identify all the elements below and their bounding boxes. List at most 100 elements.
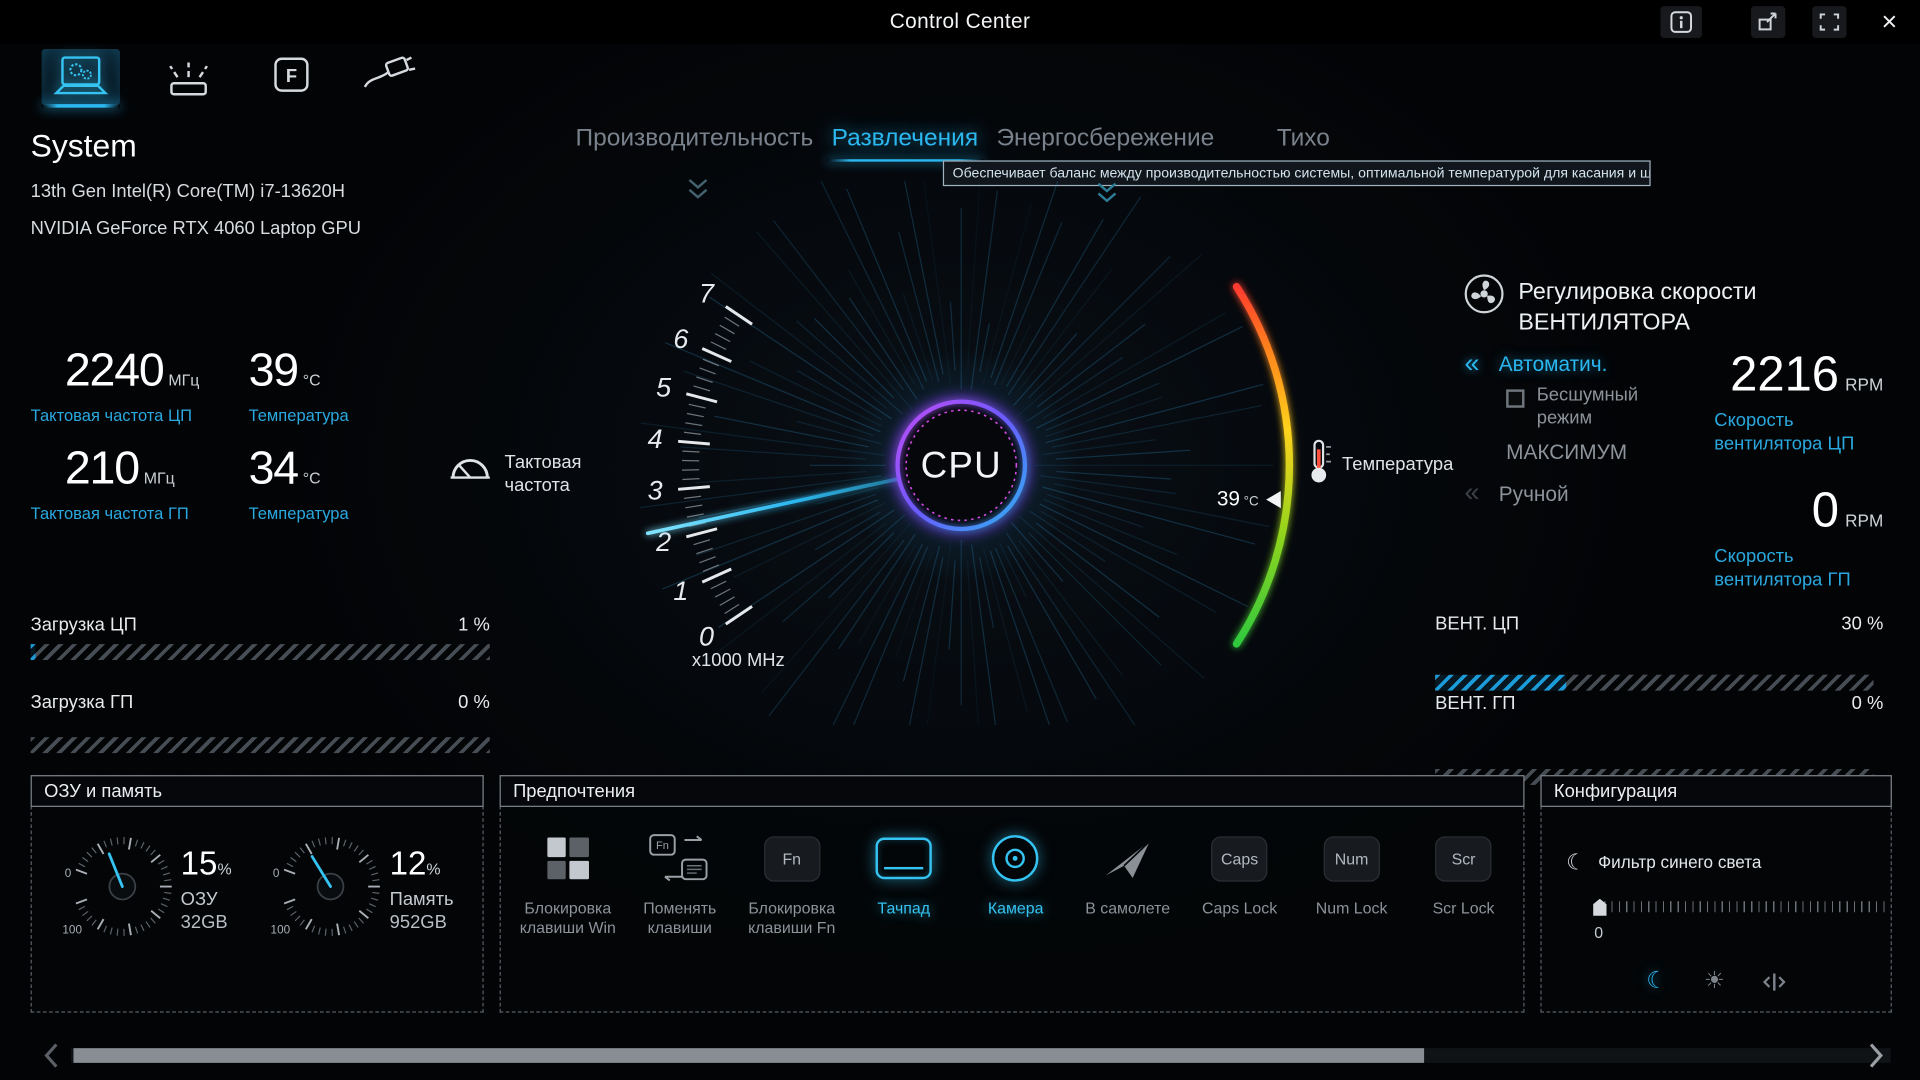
fullscreen-button[interactable] — [1812, 6, 1846, 38]
ram-gauge-group: 0 100 15% ОЗУ 32GB — [61, 828, 232, 946]
cpu-load-unit: % — [473, 615, 489, 636]
swap-keys-icon: Fn — [648, 833, 712, 884]
gpu-temp-label: Температура — [249, 504, 384, 522]
gauge-tick-labels: 0 1 2 3 4 5 6 7 — [648, 278, 715, 651]
pref-scr-lock[interactable]: Scr Scr Lock — [1411, 830, 1516, 938]
pref-airplane-mode[interactable]: В самолете — [1075, 830, 1180, 938]
pref-label: Num Lock — [1316, 899, 1388, 919]
cpu-clock-label: Тактовая частота ЦП — [31, 407, 242, 425]
manual-marker-icon: « — [1465, 480, 1480, 504]
nav-tab-power[interactable] — [348, 49, 426, 105]
gauge-center-label: CPU — [921, 445, 1002, 486]
pref-touchpad[interactable]: Тачпад — [851, 830, 956, 938]
gpu-fan-rpm-unit: RPM — [1845, 511, 1883, 531]
svg-text:6: 6 — [673, 324, 688, 354]
fan-mode-manual[interactable]: Ручной — [1499, 482, 1569, 506]
fan-title-line2: ВЕНТИЛЯТОРА — [1518, 307, 1756, 338]
cpu-fan-label-line1: Скорость — [1714, 409, 1854, 432]
cpu-load-label: Загрузка ЦП — [31, 615, 137, 636]
gpu-fan-percent-number: 0 — [1852, 693, 1862, 714]
pref-caps-lock[interactable]: Caps Caps Lock — [1187, 830, 1292, 938]
silent-label-line1: Бесшумный — [1537, 383, 1638, 406]
active-tab-underline — [42, 104, 120, 108]
configuration-panel-title: Конфигурация — [1540, 775, 1891, 807]
silent-mode-checkbox[interactable] — [1506, 389, 1524, 407]
fn-key-icon: F — [267, 55, 316, 99]
cpu-fan-rpm: 2216RPM — [1712, 348, 1883, 403]
night-mode-icon[interactable]: ☾ — [1646, 970, 1667, 994]
gpu-name: NVIDIA GeForce RTX 4060 Laptop GPU — [31, 218, 361, 239]
mode-tab-power-saving[interactable]: Энергосбережение — [996, 125, 1214, 153]
keyboard-backlight-icon — [159, 55, 218, 99]
gpu-temp-value: 34 — [249, 443, 298, 494]
storage-gauge: 0 100 — [270, 828, 388, 946]
cpu-fan-percent-number: 30 — [1841, 613, 1861, 634]
svg-text:Fn: Fn — [656, 840, 669, 852]
ram-gauge: 0 100 — [61, 828, 179, 946]
cpu-temp-label: Температура — [249, 407, 384, 425]
gpu-clock-value: 210 — [65, 443, 139, 494]
cpu-clock-gauge: 0 1 2 3 4 5 6 7 CPU — [588, 181, 1347, 725]
pref-label: Scr Lock — [1433, 899, 1495, 919]
slider-ruler — [1597, 901, 1888, 912]
pref-win-key-lock[interactable]: Блокировка клавиши Win — [516, 830, 621, 938]
storage-percent-unit: % — [426, 860, 440, 878]
selected-marker-icon: « — [1465, 351, 1480, 375]
pref-label: Блокировка клавиши Fn — [739, 899, 844, 938]
scrollbar-thumb[interactable] — [73, 1048, 1424, 1063]
svg-text:0: 0 — [273, 867, 280, 880]
svg-text:100: 100 — [271, 924, 291, 937]
pref-fn-key-lock[interactable]: Fn Блокировка клавиши Fn — [739, 830, 844, 938]
blue-light-filter-label: Фильтр синего света — [1598, 852, 1761, 872]
blue-light-value: 0 — [1594, 923, 1603, 941]
gpu-load-label: Загрузка ГП — [31, 692, 134, 713]
brightness-icon[interactable]: ☀ — [1704, 970, 1725, 994]
nav-tab-system[interactable] — [42, 49, 120, 105]
current-temp-value: 39 — [1217, 487, 1240, 510]
gpu-load-unit: % — [473, 692, 489, 713]
scroll-right-icon[interactable] — [1866, 1042, 1886, 1069]
gpu-clock-metric: 210МГц Тактовая частота ГП — [31, 444, 242, 522]
ram-percent-unit: % — [217, 860, 231, 878]
preferences-panel: Предпочтения Блокировка клавиши Win Fn — [500, 775, 1525, 1013]
svg-text:0: 0 — [64, 867, 71, 880]
moon-icon: ☾ — [1566, 850, 1586, 874]
close-button[interactable]: × — [1871, 6, 1908, 38]
cpu-fan-rpm-value: 2216 — [1730, 348, 1839, 402]
restore-window-button[interactable] — [1751, 6, 1785, 38]
pref-label: В самолете — [1085, 899, 1170, 919]
storage-size: 952GB — [390, 912, 454, 933]
pref-num-lock[interactable]: Num Num Lock — [1299, 830, 1404, 938]
nav-tab-fn-keys[interactable]: F — [252, 49, 330, 105]
pref-label: Поменять клавиши — [627, 899, 732, 938]
info-button[interactable] — [1660, 6, 1702, 38]
touchpad-icon — [876, 838, 932, 880]
fn-key-lock-icon: Fn — [764, 836, 820, 881]
scroll-left-icon[interactable] — [42, 1042, 62, 1069]
fan-mode-silent[interactable]: Бесшумный режим — [1537, 383, 1638, 430]
nav-tab-keyboard-backlight[interactable] — [149, 49, 227, 105]
num-key-icon: Num — [1323, 836, 1379, 881]
mode-tab-performance[interactable]: Производительность — [576, 125, 814, 153]
blue-light-slider[interactable] — [1597, 896, 1888, 918]
fan-noise-icon[interactable] — [1762, 971, 1786, 993]
fan-mode-auto[interactable]: Автоматич. — [1499, 353, 1608, 377]
system-section-title: System — [31, 127, 137, 165]
system-settings-icon — [53, 55, 109, 99]
ram-name: ОЗУ — [181, 889, 232, 910]
mode-tab-entertainment[interactable]: Развлечения — [832, 125, 978, 153]
memory-panel: ОЗУ и память 0 100 15% ОЗУ 32GB — [31, 775, 484, 1013]
gauge-ticks — [678, 306, 752, 624]
cpu-clock-value: 2240 — [65, 345, 164, 396]
horizontal-scrollbar[interactable] — [71, 1048, 1891, 1063]
cpu-load-bar-fill — [31, 644, 36, 660]
cpu-fan-percent-unit: % — [1867, 613, 1883, 634]
fan-mode-max[interactable]: МАКСИМУМ — [1506, 441, 1627, 465]
cpu-clock-metric: 2240МГц Тактовая частота ЦП — [31, 347, 242, 425]
pref-swap-keys[interactable]: Fn Поменять клавиши — [627, 830, 732, 938]
silent-label-line2: режим — [1537, 407, 1638, 430]
cpu-temp-value: 39 — [249, 345, 298, 396]
pref-camera[interactable]: Камера — [963, 830, 1068, 938]
clock-gauge-label-line2: частота — [504, 474, 581, 497]
mode-tab-quiet[interactable]: Тихо — [1277, 125, 1330, 153]
